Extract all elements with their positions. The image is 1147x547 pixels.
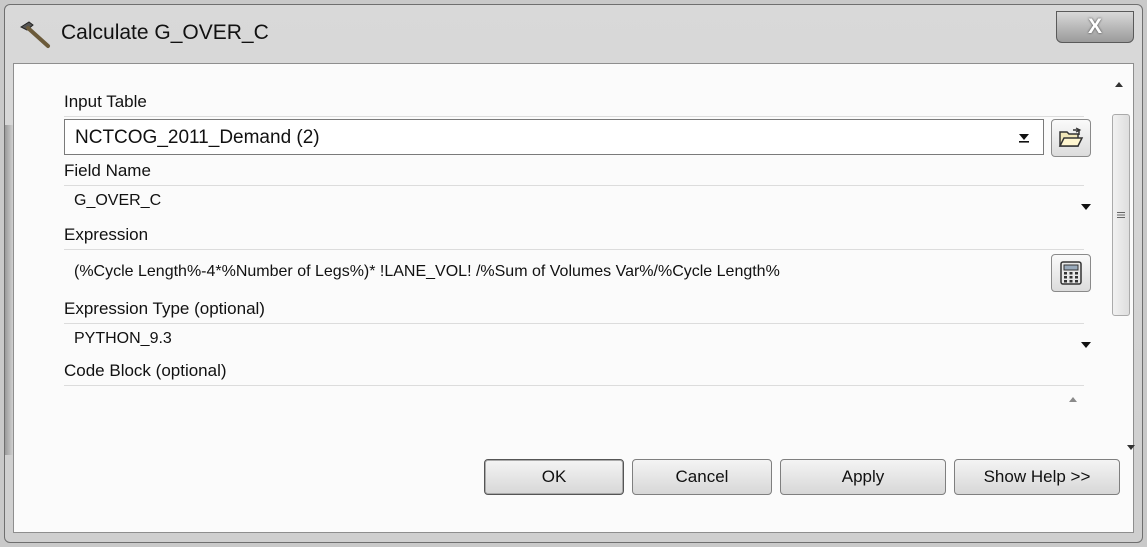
title-bar[interactable]: Calculate G_OVER_C X (5, 5, 1142, 63)
cancel-button[interactable]: Cancel (632, 459, 772, 495)
window-edge (5, 125, 13, 455)
folder-open-icon (1058, 127, 1084, 147)
grip-icon (1117, 212, 1125, 218)
input-table-label: Input Table (64, 92, 1084, 117)
dialog-body: Input Table NCTCOG_2011_Demand (2) Field… (13, 63, 1135, 533)
field-name-dropdown[interactable]: G_OVER_C (64, 188, 1094, 214)
ok-button[interactable]: OK (484, 459, 624, 495)
close-button[interactable]: X (1056, 11, 1134, 43)
calculator-button[interactable] (1051, 254, 1091, 292)
chevron-down-icon (1081, 204, 1091, 210)
browse-button[interactable] (1051, 119, 1091, 157)
expression-type-value: PYTHON_9.3 (74, 330, 172, 347)
input-table-dropdown-button[interactable] (1011, 127, 1037, 147)
expression-type-dropdown-button[interactable] (1080, 336, 1092, 354)
show-help-button[interactable]: Show Help >> (954, 459, 1120, 495)
expression-input[interactable]: (%Cycle Length%-4*%Number of Legs%)* !LA… (64, 257, 1024, 287)
calculator-icon (1060, 261, 1082, 285)
dialog-title: Calculate G_OVER_C (61, 21, 269, 44)
scroll-thumb[interactable] (1112, 114, 1130, 316)
apply-button[interactable]: Apply (780, 459, 946, 495)
field-name-value: G_OVER_C (74, 192, 162, 209)
chevron-down-icon (1019, 134, 1029, 143)
expression-type-dropdown[interactable]: PYTHON_9.3 (64, 326, 1094, 352)
field-name-label: Field Name (64, 161, 1084, 186)
code-block-input[interactable] (64, 382, 1135, 450)
code-block-scroll-up-icon[interactable] (1069, 397, 1077, 402)
calculate-field-dialog: Calculate G_OVER_C X Input Table NCTCOG_… (4, 4, 1143, 543)
expression-label: Expression (64, 225, 1084, 250)
expression-type-label: Expression Type (optional) (64, 299, 1084, 324)
field-name-dropdown-button[interactable] (1080, 198, 1092, 216)
expression-value: (%Cycle Length%-4*%Number of Legs%)* !LA… (74, 263, 780, 280)
chevron-down-icon (1081, 342, 1091, 348)
scroll-up-icon[interactable] (1115, 82, 1123, 87)
hammer-icon (19, 21, 50, 48)
input-table-dropdown[interactable]: NCTCOG_2011_Demand (2) (64, 119, 1044, 155)
vertical-scrollbar[interactable] (1109, 74, 1131, 454)
input-table-value: NCTCOG_2011_Demand (2) (75, 127, 320, 148)
